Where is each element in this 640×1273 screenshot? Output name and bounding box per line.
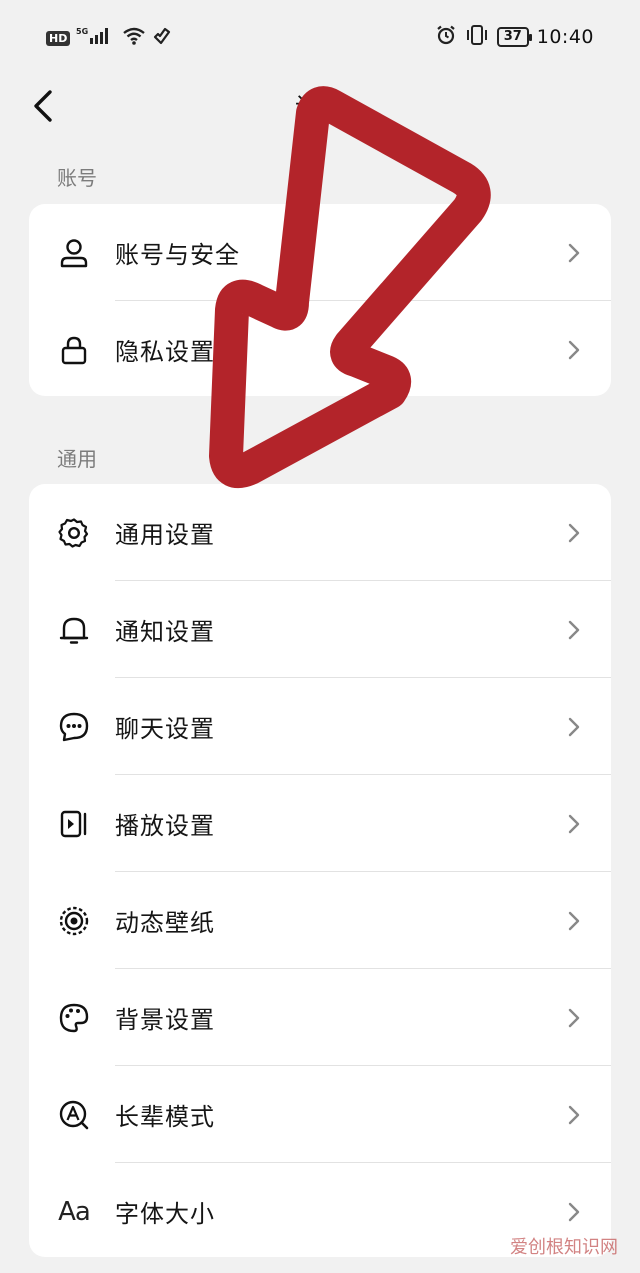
settings-item-label: 播放设置 <box>115 812 215 840</box>
account-card: 账号与安全 隐私设置 <box>29 204 611 396</box>
gear-icon <box>56 515 92 551</box>
svg-text:5G: 5G <box>76 27 88 36</box>
general-card: 通用设置 通知设置 聊天设置 播放设置 动态壁纸 背景设置 长辈模式 Aa 字体… <box>29 484 611 1257</box>
settings-item-label: 长辈模式 <box>115 1103 215 1131</box>
hd-badge: HD <box>46 30 71 46</box>
page-title: 设置 <box>294 93 345 122</box>
settings-item-live-wallpaper[interactable]: 动态壁纸 <box>29 872 611 969</box>
settings-item-label: 背景设置 <box>115 1006 215 1034</box>
bell-icon <box>56 612 92 648</box>
chevron-right-icon <box>568 1202 580 1221</box>
battery-indicator: 37 <box>496 27 532 47</box>
chevron-right-icon <box>568 911 580 930</box>
chevron-right-icon <box>568 340 580 359</box>
font-size-icon: Aa <box>56 1194 92 1230</box>
watermark: 爱创根知识网 <box>510 1237 618 1258</box>
palette-icon <box>56 1000 92 1036</box>
settings-page: HD 5G 37 10:40 设置 账号 账号与安全 隐私设置 通用 通用设置 … <box>0 0 640 1273</box>
section-label-general: 通用 <box>57 447 97 471</box>
chevron-right-icon <box>568 1008 580 1027</box>
settings-item-general[interactable]: 通用设置 <box>29 484 611 581</box>
chevron-right-icon <box>568 620 580 639</box>
chevron-right-icon <box>568 243 580 262</box>
settings-item-playback[interactable]: 播放设置 <box>29 775 611 872</box>
live-wallpaper-icon <box>56 903 92 939</box>
settings-item-label: 聊天设置 <box>115 715 215 743</box>
link-icon <box>152 26 172 50</box>
settings-item-account-security[interactable]: 账号与安全 <box>29 204 611 301</box>
vibrate-icon <box>465 24 489 50</box>
settings-item-privacy[interactable]: 隐私设置 <box>29 301 611 398</box>
clock: 10:40 <box>536 26 594 48</box>
lock-icon <box>56 332 92 368</box>
chevron-right-icon <box>568 523 580 542</box>
status-left: HD 5G <box>46 26 172 50</box>
section-label-account: 账号 <box>57 166 97 190</box>
chevron-right-icon <box>568 717 580 736</box>
status-right: 37 10:40 <box>435 24 594 50</box>
user-icon <box>56 235 92 271</box>
settings-item-label: 账号与安全 <box>115 241 240 269</box>
chevron-right-icon <box>568 814 580 833</box>
play-icon <box>56 806 92 842</box>
settings-item-label: 隐私设置 <box>115 338 215 366</box>
settings-item-chat[interactable]: 聊天设置 <box>29 678 611 775</box>
elder-mode-icon <box>56 1097 92 1133</box>
settings-item-label: 通知设置 <box>115 618 215 646</box>
settings-item-label: 字体大小 <box>115 1200 215 1228</box>
signal-icon: 5G <box>76 26 116 50</box>
wifi-icon <box>122 26 146 50</box>
settings-item-elder-mode[interactable]: 长辈模式 <box>29 1066 611 1163</box>
settings-item-label: 动态壁纸 <box>115 909 215 937</box>
font-size-icon-text: Aa <box>58 1196 91 1227</box>
settings-item-notification[interactable]: 通知设置 <box>29 581 611 678</box>
chevron-right-icon <box>568 1105 580 1124</box>
settings-item-label: 通用设置 <box>115 521 215 549</box>
status-bar: HD 5G 37 10:40 <box>0 0 640 76</box>
chat-bubble-icon <box>56 709 92 745</box>
settings-item-background[interactable]: 背景设置 <box>29 969 611 1066</box>
alarm-icon <box>435 24 457 50</box>
